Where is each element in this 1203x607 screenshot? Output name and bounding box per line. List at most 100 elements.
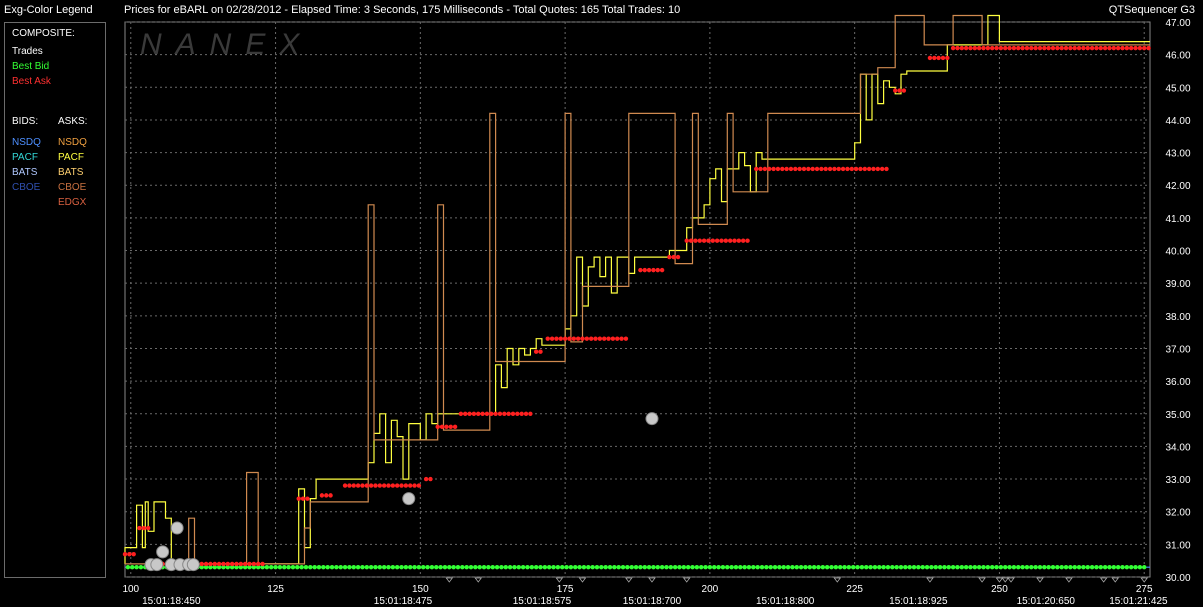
best-ask-marker [502, 411, 507, 416]
best-ask-marker [399, 483, 404, 488]
best-ask-marker [950, 45, 956, 51]
y-tick-label: 42.00 [1165, 181, 1190, 192]
best-ask-marker [1094, 45, 1099, 51]
best-bid-marker [290, 565, 296, 570]
best-bid-marker [546, 565, 552, 570]
best-bid-marker [1115, 565, 1121, 570]
best-ask-marker [319, 493, 325, 498]
best-bid-marker [1068, 565, 1073, 570]
best-bid-marker [312, 565, 317, 570]
best-bid-marker [464, 565, 469, 570]
best-bid-marker [381, 565, 387, 570]
best-bid-marker [308, 565, 313, 570]
best-bid-marker [929, 565, 934, 570]
best-ask-marker [793, 166, 798, 172]
best-bid-marker [985, 565, 991, 570]
best-bid-marker [772, 565, 778, 570]
best-bid-marker [416, 565, 422, 570]
best-ask-marker [355, 483, 361, 488]
best-ask-marker [347, 483, 352, 488]
best-bid-marker [399, 565, 404, 570]
best-ask-marker [476, 411, 481, 416]
best-bid-marker [729, 565, 734, 570]
best-ask-marker [875, 166, 881, 172]
y-tick-label: 41.00 [1165, 214, 1190, 225]
best-ask-marker [688, 238, 694, 243]
best-ask-marker [597, 336, 603, 341]
best-bid-marker [282, 565, 287, 570]
best-ask-marker [305, 496, 310, 501]
best-ask-marker [1011, 45, 1017, 51]
best-bid-marker [877, 565, 882, 570]
x-tick-label: 125 [267, 584, 284, 595]
best-ask-marker [247, 561, 252, 567]
best-ask-marker [972, 45, 978, 51]
best-ask-marker [771, 166, 776, 172]
best-bid-marker [321, 565, 326, 570]
best-ask-marker [216, 561, 222, 567]
best-bid-marker [599, 565, 604, 570]
best-bid-marker [334, 565, 339, 570]
best-bid-marker [942, 565, 947, 570]
best-ask-marker [439, 424, 445, 430]
best-bid-marker [712, 565, 717, 570]
best-ask-marker [1024, 45, 1030, 51]
best-bid-marker [1089, 565, 1095, 570]
best-bid-marker [525, 565, 530, 570]
best-bid-marker [299, 565, 304, 570]
best-bid-marker [946, 565, 951, 570]
y-tick-label: 44.00 [1165, 116, 1190, 127]
best-ask-marker [693, 238, 698, 243]
best-ask-marker [1137, 45, 1143, 51]
best-bid-marker [720, 565, 726, 570]
best-bid-marker [507, 565, 513, 570]
best-ask-marker [823, 166, 828, 172]
best-bid-marker [694, 565, 700, 570]
best-ask-marker [1072, 45, 1077, 51]
best-ask-marker [300, 496, 306, 501]
best-bid-marker [486, 565, 491, 570]
best-bid-marker [790, 565, 795, 570]
best-bid-marker [755, 565, 760, 570]
best-bid-marker [968, 565, 973, 570]
best-ask-marker [1128, 45, 1134, 51]
best-bid-marker [581, 565, 587, 570]
best-bid-marker [616, 565, 621, 570]
y-tick-label: 34.00 [1165, 442, 1190, 453]
best-ask-marker [1085, 45, 1090, 51]
best-bid-marker [1046, 565, 1051, 570]
best-ask-marker [642, 267, 647, 273]
best-ask-marker [1020, 45, 1025, 51]
y-tick-label: 45.00 [1165, 83, 1190, 94]
best-ask-marker [386, 483, 391, 488]
best-bid-marker [1055, 565, 1060, 570]
best-bid-marker [1128, 565, 1134, 570]
best-bid-marker [881, 565, 886, 570]
time-marker [625, 577, 633, 583]
x-tick-label: 250 [991, 584, 1008, 595]
best-bid-marker [1063, 565, 1069, 570]
best-bid-marker [125, 565, 131, 570]
best-ask-marker [610, 336, 616, 341]
best-ask-marker [533, 349, 539, 354]
best-ask-marker [435, 424, 440, 430]
y-tick-label: 31.00 [1165, 540, 1190, 551]
best-bid-marker [924, 565, 930, 570]
best-ask-marker [229, 561, 235, 567]
best-ask-marker [840, 166, 846, 172]
best-bid-marker [555, 565, 561, 570]
best-ask-marker [714, 238, 720, 243]
best-ask-marker [296, 496, 301, 501]
best-ask-marker [558, 336, 563, 341]
best-ask-marker [381, 483, 387, 488]
best-bid-marker [664, 565, 669, 570]
trade-marker [150, 558, 164, 572]
best-bid-marker [785, 565, 791, 570]
best-bid-marker [590, 565, 595, 570]
best-ask-marker [1068, 45, 1073, 51]
x-tick-label: 200 [702, 584, 719, 595]
best-ask-marker [448, 424, 453, 430]
best-bid-marker [468, 565, 474, 570]
best-bid-marker [972, 565, 978, 570]
time-marker [1099, 577, 1108, 583]
